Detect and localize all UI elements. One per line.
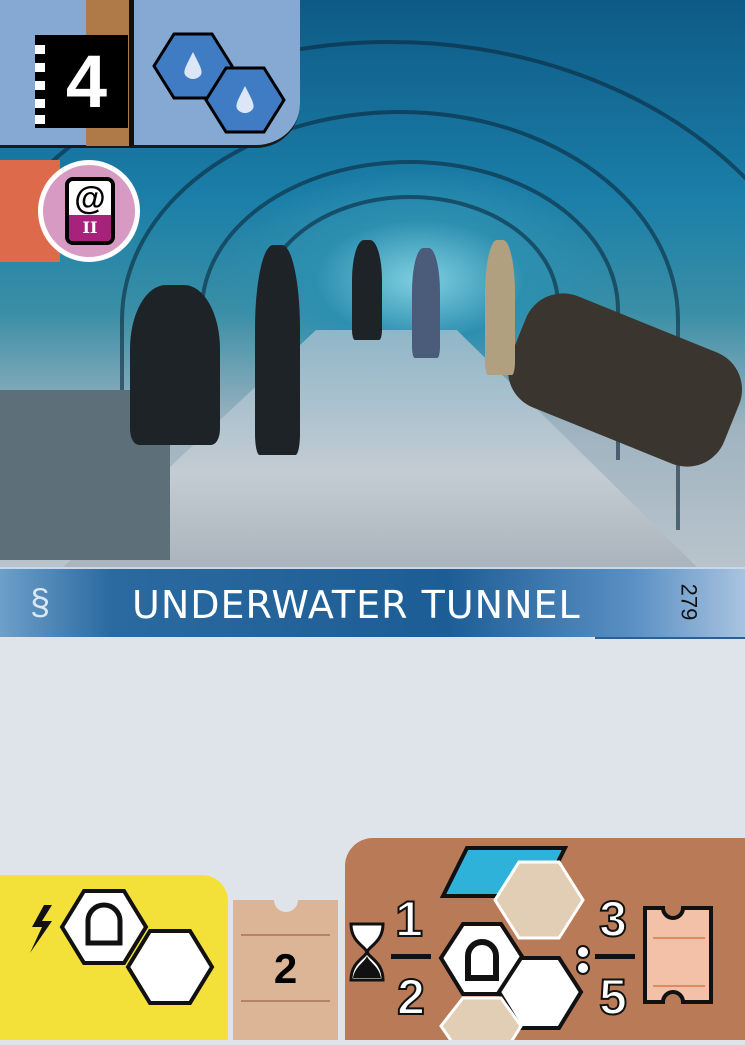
title-banner: § UNDERWATER TUNNEL 279: [0, 567, 745, 639]
empty-hex: [125, 929, 215, 1005]
appeal-ticket: 2: [233, 888, 338, 1040]
water-requirement-icons: [152, 32, 286, 134]
cond-right-top: 3: [598, 890, 628, 948]
level-badge: @ II: [38, 160, 140, 262]
cond-left-top: 1: [394, 890, 424, 948]
seahorse-icon: §: [30, 581, 51, 622]
cost-value: 4: [65, 40, 108, 123]
cond-right-bottom: 5: [598, 968, 628, 1026]
cost-badge: 4: [35, 35, 128, 128]
tunnel-icon: [59, 889, 149, 965]
badge-symbol: @: [74, 180, 106, 216]
cond-left-bottom: 2: [396, 968, 426, 1026]
requirements-panel: 4: [0, 0, 300, 148]
bonus-icons: [30, 889, 215, 1005]
card-title: UNDERWATER TUNNEL: [132, 583, 581, 627]
level-label: II: [69, 215, 111, 241]
card-number: 279: [676, 583, 702, 621]
lightning-icon: [30, 905, 52, 953]
bonus-panel: [0, 875, 228, 1040]
enclosure-panel: 1 2 3 5: [345, 838, 745, 1040]
ticket-icon: [643, 906, 713, 1004]
ticket-value: 2: [273, 945, 298, 992]
